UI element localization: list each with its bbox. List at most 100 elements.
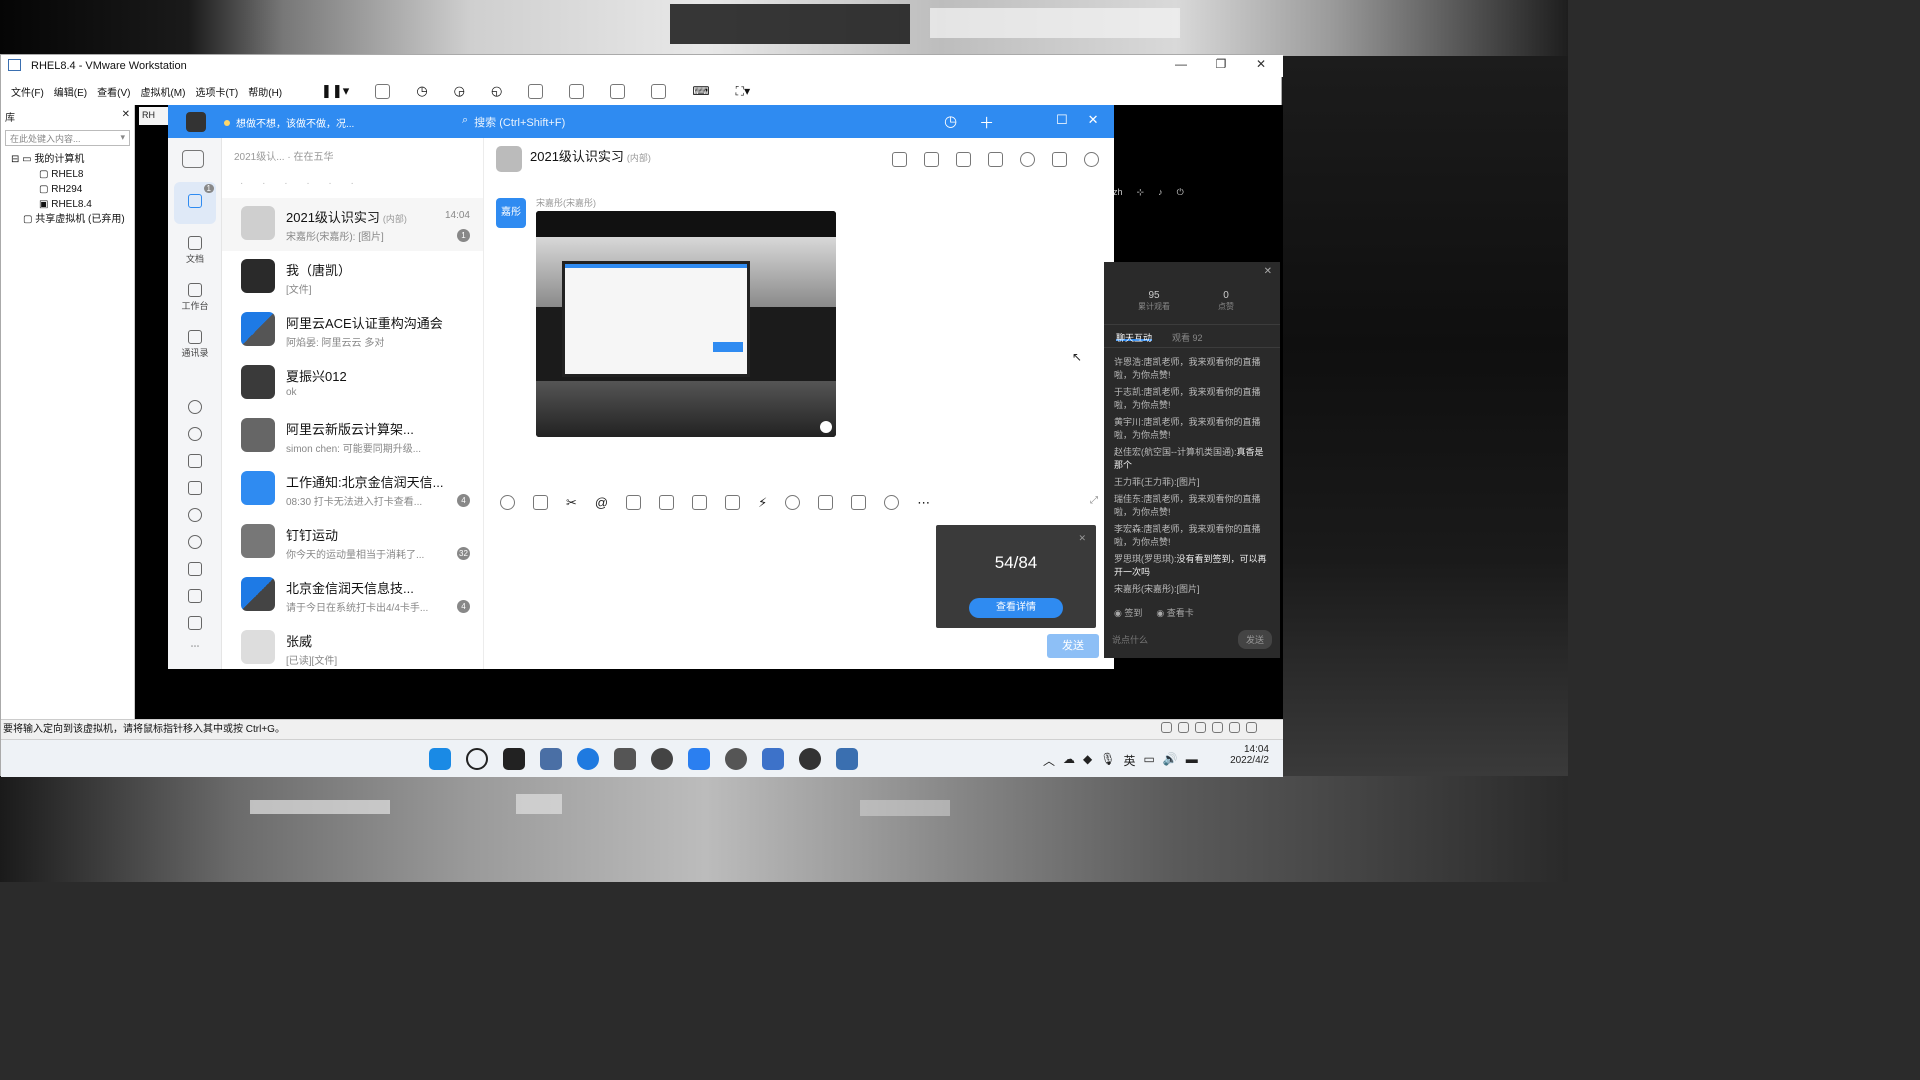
list-item[interactable]: 北京金信润天信息技... 请于今日在系统打卡出4/4卡手... 4 xyxy=(222,569,483,622)
message-icon[interactable] xyxy=(1246,722,1257,733)
library-toggle-icon[interactable] xyxy=(528,83,544,99)
volume-icon[interactable]: ♪ xyxy=(1158,187,1163,201)
mention-icon[interactable]: @ xyxy=(595,495,608,511)
emoji-icon[interactable] xyxy=(500,495,515,510)
tab-chat[interactable]: 聊天互动 xyxy=(1116,331,1153,343)
close-button[interactable]: ✕ xyxy=(1251,57,1271,71)
rail-workbench[interactable]: 工作台 xyxy=(168,283,222,312)
rail-todo[interactable] xyxy=(168,481,222,497)
expand-icon[interactable]: ⤢ xyxy=(1090,495,1098,506)
pause-icon[interactable]: ❚❚▾ xyxy=(321,83,349,99)
tab-viewers[interactable]: 观看 92 xyxy=(1172,331,1203,343)
menu-file[interactable]: 文件(F) xyxy=(11,84,44,99)
image-icon[interactable] xyxy=(626,495,642,510)
menu-vm[interactable]: 虚拟机(M) xyxy=(140,84,185,99)
group-avatar[interactable] xyxy=(496,146,522,172)
library-close-icon[interactable]: ✕ xyxy=(122,109,130,124)
list-item[interactable]: 阿里云ACE认证重构沟通会 阿焰晏: 阿里云云 多对 xyxy=(222,304,483,357)
list-item[interactable]: 钉钉运动 你今天的运动量相当于消耗了... 32 xyxy=(222,516,483,569)
menu-tabs[interactable]: 选项卡(T) xyxy=(195,84,238,99)
add-icon[interactable]: ＋ xyxy=(979,112,994,133)
send-button[interactable]: 发送 xyxy=(1047,634,1099,658)
calendar-icon[interactable] xyxy=(692,495,708,510)
sender-avatar[interactable]: 嘉彤 xyxy=(496,198,526,228)
rail-calendar[interactable] xyxy=(168,454,222,470)
close-icon[interactable]: ✕ xyxy=(1264,266,1272,277)
task-icon[interactable] xyxy=(725,495,741,510)
rail-drive[interactable] xyxy=(168,616,222,632)
sound-icon[interactable] xyxy=(1229,722,1240,733)
card-option[interactable]: ◉ 查看卡 xyxy=(1156,606,1193,619)
ding-icon[interactable]: ⚡ xyxy=(758,495,767,511)
clock[interactable]: 14:04 2022/4/2 xyxy=(1219,744,1269,766)
unity-icon[interactable] xyxy=(651,83,667,99)
battery-icon[interactable]: ▬ xyxy=(1186,752,1198,769)
live-icon[interactable] xyxy=(818,495,834,510)
hdd-icon[interactable] xyxy=(1161,722,1172,733)
wechat-icon[interactable] xyxy=(799,748,821,770)
start-icon[interactable] xyxy=(429,748,451,770)
list-filter-tabs[interactable]: · · · · · · xyxy=(240,178,362,189)
like-icon[interactable] xyxy=(533,495,548,510)
image-message[interactable] xyxy=(536,211,836,437)
vmware-icon[interactable] xyxy=(836,748,858,770)
menu-help[interactable]: 帮助(H) xyxy=(248,84,282,99)
list-item[interactable]: 夏振兴012 ok xyxy=(222,357,483,410)
rail-documents[interactable]: 文档 xyxy=(168,236,222,265)
global-search[interactable]: ⌕ 搜索 (Ctrl+Shift+F) xyxy=(462,114,565,130)
cd-icon[interactable] xyxy=(1178,722,1189,733)
file-icon[interactable] xyxy=(659,495,675,510)
chevron-up-icon[interactable]: ︿ xyxy=(1043,752,1055,769)
list-item[interactable]: 阿里云新版云计算架... simon chen: 可能要同期升级... xyxy=(222,410,483,463)
screenshot-icon[interactable]: ✂ xyxy=(566,495,577,511)
history-icon[interactable]: ◷ xyxy=(944,112,957,133)
app-icon[interactable] xyxy=(651,748,673,770)
video-meeting-icon[interactable] xyxy=(851,495,867,510)
notepad-icon[interactable] xyxy=(762,748,784,770)
rail-phone[interactable] xyxy=(168,400,222,416)
power-icon[interactable]: ⏻ xyxy=(1177,187,1184,201)
guest-lang[interactable]: zh xyxy=(1113,187,1123,201)
list-item[interactable]: 2021级认识实习 (内部) 宋嘉彤(宋嘉彤): [图片] 14:04 1 xyxy=(222,198,483,251)
thumbnail-icon[interactable] xyxy=(569,83,585,99)
stretch-icon[interactable]: ⛶▾ xyxy=(736,84,750,99)
settings-icon[interactable] xyxy=(1084,152,1099,167)
rail-notes[interactable] xyxy=(168,589,222,605)
sticker-icon[interactable] xyxy=(884,495,900,510)
workspace-switch-icon[interactable] xyxy=(182,150,204,168)
tree-item-vm[interactable]: ▢ RH294 xyxy=(1,182,134,197)
tree-item-vm[interactable]: ▢ RHEL8 xyxy=(1,167,134,182)
rail-mail[interactable] xyxy=(168,562,222,578)
tree-item-shared-vms[interactable]: ▢ 共享虚拟机 (已弃用) xyxy=(1,212,134,227)
tree-item-my-computer[interactable]: ⊟ ▭ 我的计算机 xyxy=(1,152,134,167)
minimize-button[interactable]: — xyxy=(1171,57,1191,71)
volume-icon[interactable]: 🔊 xyxy=(1163,752,1178,769)
list-item[interactable]: 工作通知:北京金信润天信... 08:30 打卡无法进入打卡查看... 4 xyxy=(222,463,483,516)
file-explorer-icon[interactable] xyxy=(540,748,562,770)
call-icon[interactable] xyxy=(785,495,801,510)
network-icon[interactable]: ⊹ xyxy=(1137,187,1145,201)
restore-button[interactable]: ❐ xyxy=(1211,57,1231,71)
console-icon[interactable]: ⌨ xyxy=(692,84,709,98)
folder-icon[interactable] xyxy=(988,152,1003,167)
rail-ding[interactable] xyxy=(168,508,222,524)
live-input[interactable]: 说点什么 发送 xyxy=(1112,628,1272,650)
signin-option[interactable]: ◉ 签到 xyxy=(1114,606,1142,619)
network-adapter-icon[interactable] xyxy=(1195,722,1206,733)
store-icon[interactable] xyxy=(614,748,636,770)
search-icon[interactable] xyxy=(466,748,488,770)
dingtalk-tray-icon[interactable]: ◆ xyxy=(1083,752,1092,769)
send-ctrl-alt-del-icon[interactable] xyxy=(375,83,391,99)
usb-icon[interactable] xyxy=(1212,722,1223,733)
more-icon[interactable]: ⋯ xyxy=(917,495,930,511)
mic-icon[interactable]: 🎙 xyxy=(1100,752,1115,769)
snapshot-icon[interactable]: ◷ xyxy=(416,83,427,99)
image-play-icon[interactable] xyxy=(820,421,832,433)
close-button[interactable]: ✕ xyxy=(1088,112,1099,128)
list-item[interactable]: 张威 [已读][文件] xyxy=(222,622,483,669)
avatar[interactable] xyxy=(186,112,206,132)
rail-cloud[interactable] xyxy=(168,427,222,443)
view-details-button[interactable]: 查看详情 xyxy=(969,598,1063,618)
rail-messages[interactable]: 1 xyxy=(174,182,216,224)
rail-more[interactable]: ⋯ xyxy=(168,641,222,652)
